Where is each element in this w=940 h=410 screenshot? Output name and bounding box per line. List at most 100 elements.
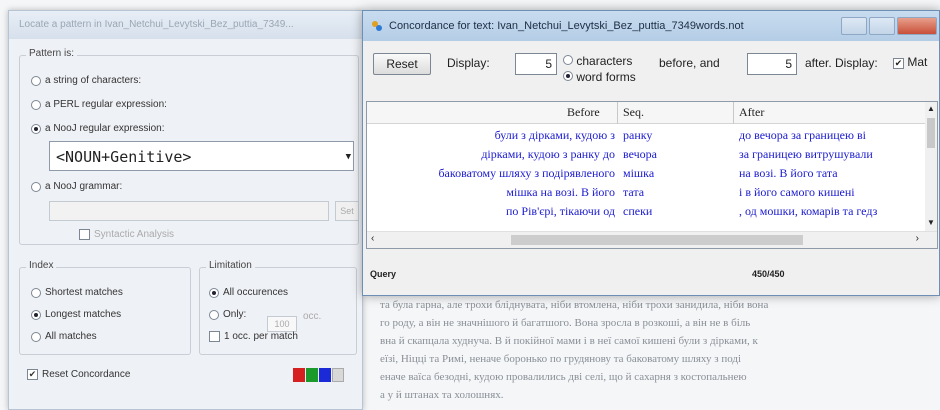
option-grammar[interactable]: a NooJ grammar: [31,181,122,192]
scroll-right-icon[interactable]: › [916,233,919,244]
matches-option[interactable]: ✔ Mat [893,55,927,69]
cell-seq: спеки [623,204,653,218]
limit-only-radio[interactable] [209,309,219,320]
cell-after: на возі. В його тата [739,166,838,180]
index-group-label: Index [26,260,57,271]
cell-seq: вечора [623,147,657,161]
blue-color-button[interactable] [319,368,331,382]
limit-all[interactable]: All occurences [209,287,288,298]
syntactic-analysis[interactable]: Syntactic Analysis [79,229,174,240]
after-count-input[interactable]: 5 [747,53,797,75]
maximize-button[interactable] [869,17,895,35]
reset-concordance[interactable]: ✔ Reset Concordance [27,369,130,380]
cell-after: за границею витрушували [739,147,873,161]
index-all-radio[interactable] [31,331,41,342]
index-shortest[interactable]: Shortest matches [31,287,123,298]
syntactic-analysis-checkbox[interactable] [79,229,90,240]
option-perl[interactable]: a PERL regular expression: [31,99,167,110]
table-row[interactable]: мішка на возі. В його тата і в його само… [367,185,927,204]
option-grammar-label: a NooJ grammar: [45,181,123,192]
option-nooj-regex[interactable]: a NooJ regular expression: [31,123,165,134]
limit-one-per-match-label: 1 occ. per match [224,331,298,342]
cell-after: , од мошки, комарів та гедз [739,204,878,218]
green-color-button[interactable] [306,368,318,382]
minimize-button[interactable] [841,17,867,35]
unit-characters[interactable]: characters [563,54,632,68]
background-text-line: еїзі, Ніцці та Римі, неначе боронько по … [380,353,742,365]
vertical-scrollbar[interactable]: ▲ ▼ [925,102,937,232]
display-label: Display: [447,56,490,70]
background-text-line: вна й скапцала худнуча. В й покійної мам… [380,335,758,347]
matches-label: Mat [907,55,928,69]
index-all[interactable]: All matches [31,331,97,342]
index-all-label: All matches [45,331,97,342]
option-grammar-radio[interactable] [31,181,41,192]
table-row[interactable]: по Рів'єрі, тікаючи од спеки , од мошки,… [367,204,927,223]
scroll-down-icon[interactable]: ▼ [927,218,935,227]
pattern-group-label: Pattern is: [26,48,78,59]
unit-word-forms-label: word forms [576,70,636,84]
table-row[interactable]: були з дірками, кудою з ранку до вечора … [367,128,927,147]
column-before[interactable]: Before [567,105,600,120]
index-shortest-label: Shortest matches [45,287,123,298]
option-string-label: a string of characters: [45,75,142,86]
limit-only-input[interactable]: 100 [267,316,297,332]
concordance-table[interactable]: Before Seq. After були з дірками, кудою … [366,101,938,249]
column-divider [617,102,618,124]
index-longest-label: Longest matches [45,309,122,320]
option-string[interactable]: a string of characters: [31,75,141,86]
set-button[interactable]: Set [335,201,359,221]
horizontal-scrollbar[interactable]: ‹ › [367,231,937,248]
background-text-line: еначе ваїса безодні, кудою провалились д… [380,371,747,383]
background-text: та була гарна, але трохи бліднувата, ніб… [380,296,940,404]
option-perl-label: a PERL regular expression: [45,99,167,110]
reset-button[interactable]: Reset [373,53,431,75]
scroll-thumb[interactable] [927,118,935,148]
pattern-input[interactable]: <NOUN+Genitive> ▼ [49,141,354,171]
index-longest[interactable]: Longest matches [31,309,121,320]
red-color-button[interactable] [293,368,305,382]
cell-seq: ранку [623,128,653,142]
scroll-left-icon[interactable]: ‹ [371,233,374,244]
limit-one-per-match[interactable]: 1 occ. per match [209,331,298,342]
concordance-title: Concordance for text: Ivan_Netchui_Levyt… [389,20,744,32]
table-row[interactable]: дірками, кудою з ранку до вечора за гран… [367,147,927,166]
scroll-up-icon[interactable]: ▲ [927,104,935,113]
chevron-down-icon[interactable]: ▼ [346,152,351,162]
unit-word-forms[interactable]: word forms [563,70,636,84]
table-row[interactable]: баковатому шляху з подірявленого мішка н… [367,166,927,185]
limit-all-label: All occurences [223,287,289,298]
index-shortest-radio[interactable] [31,287,41,298]
unit-word-forms-radio[interactable] [563,71,573,81]
limit-all-radio[interactable] [209,287,219,298]
matches-checkbox[interactable]: ✔ [893,58,904,69]
close-button[interactable] [897,17,937,35]
cell-before: мішка на возі. В його [506,185,615,199]
option-nooj-regex-label: a NooJ regular expression: [45,123,165,134]
unit-characters-radio[interactable] [563,55,573,65]
option-perl-radio[interactable] [31,99,41,110]
background-text-line: го роду, а він не значнішого й багатшого… [380,317,751,329]
before-count-input[interactable]: 5 [515,53,557,75]
option-string-radio[interactable] [31,75,41,86]
index-longest-radio[interactable] [31,309,41,320]
status-count: 450/450 [752,269,785,279]
grey-color-button[interactable] [332,368,344,382]
before-and-label: before, and [659,56,720,70]
cell-before: були з дірками, кудою з [494,128,615,142]
reset-concordance-label: Reset Concordance [42,369,131,380]
column-after[interactable]: After [739,105,764,120]
scroll-thumb[interactable] [511,235,803,245]
cell-before: дірками, кудою з ранку до [481,147,615,161]
cell-after: до вечора за границею ві [739,128,866,142]
limit-one-per-match-checkbox[interactable] [209,331,220,342]
grammar-select[interactable] [49,201,329,221]
column-seq[interactable]: Seq. [623,105,644,120]
reset-concordance-checkbox[interactable]: ✔ [27,369,38,380]
locate-window-title: Locate a pattern in Ivan_Netchui_Levytsk… [9,11,362,39]
column-divider [733,102,734,124]
option-nooj-regex-radio[interactable] [31,123,41,134]
syntactic-analysis-label: Syntactic Analysis [94,229,175,240]
limit-only[interactable]: Only: [209,309,246,320]
cell-before: по Рів'єрі, тікаючи од [505,204,615,218]
